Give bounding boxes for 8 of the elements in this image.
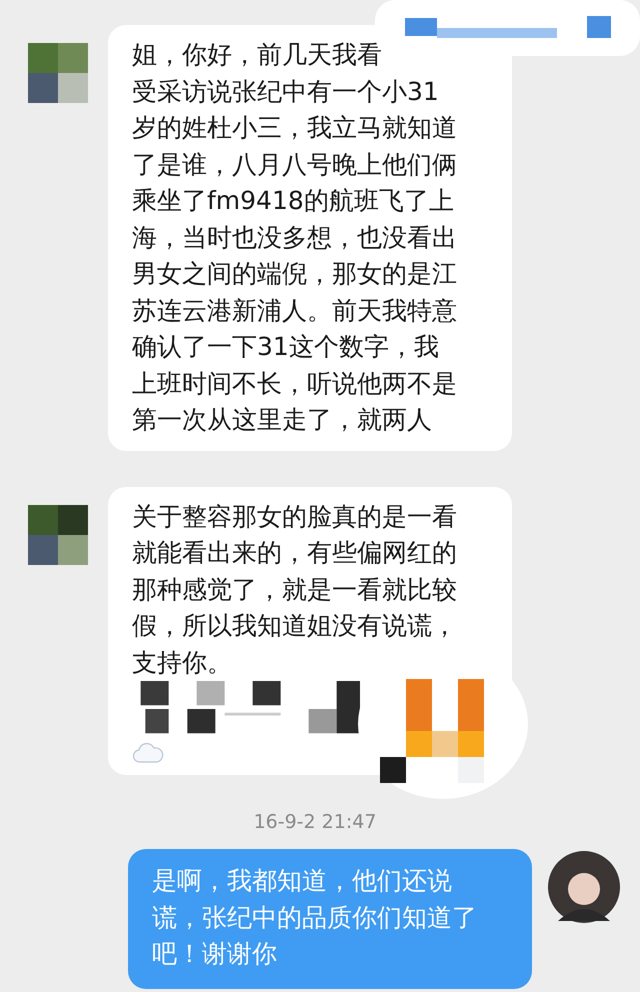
message-text: 是啊，我都知道，他们还说 谎，张纪中的品质你们知道了 吧！谢谢你 bbox=[152, 865, 478, 970]
avatar-icon bbox=[548, 851, 620, 923]
mosaic-avatar-drawing bbox=[28, 42, 88, 104]
message-text: 姐，你好，前几天我看 受采访说张纪中有一个小31 岁的姓杜小三，我立马就知道 了是谁，八月八号晚上他们俩 乘坐了fm9418的航班飞了上 海，当时也没多想，也没看出 男女之间的端倪，那女的是江 苏连云港新浦人。前天我特意 确认了一下31这个数字，我 上班时间不长，听说他两不是 第一次从这里走了，就两人 bbox=[132, 39, 458, 436]
timestamp: 16-9-2 21:47 bbox=[252, 811, 378, 833]
mosaic-avatar-drawing bbox=[28, 504, 88, 566]
cloud-icon bbox=[132, 743, 164, 763]
message-text: 关于整容那女的脸真的是一看 就能看出来的，有些偏网红的 那种感觉了，就是一看就比较 假，所以我知道姐没有说谎， 支持你。 bbox=[132, 500, 458, 678]
